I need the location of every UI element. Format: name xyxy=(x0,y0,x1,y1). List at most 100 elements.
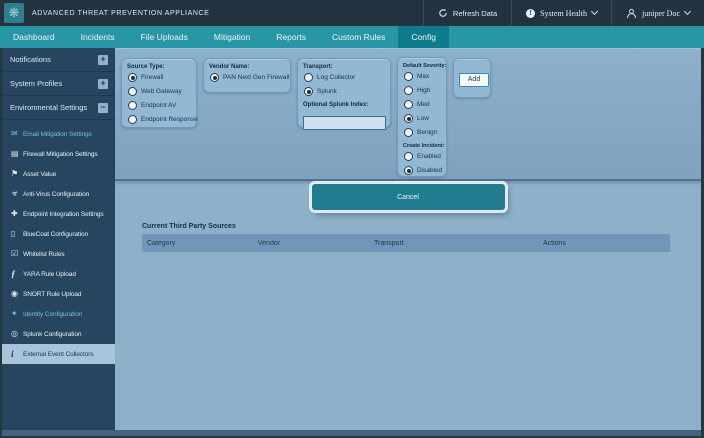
main-nav: Dashboard Incidents File Uploads Mitigat… xyxy=(0,26,704,48)
radio-icon xyxy=(404,114,413,123)
radio-icon xyxy=(404,72,413,81)
radio-pan-next-gen-firewall[interactable]: PAN Next Gen Firewall xyxy=(210,73,286,82)
checklist-icon: ☑ xyxy=(11,250,23,258)
sidebar-item-firewall-mitigation-settings[interactable]: ▤ Firewall Mitigation Settings xyxy=(2,144,115,164)
radio-log-collector[interactable]: Log Collector xyxy=(304,73,386,82)
user-icon xyxy=(626,8,637,19)
sidebar-item-yara-rule-upload[interactable]: ƒ YARA Rule Upload xyxy=(2,264,115,284)
radio-icon xyxy=(304,87,313,96)
sidebar-item-external-event-collectors[interactable]: i External Event Collectors xyxy=(2,344,115,364)
radio-severity-benign[interactable]: Benign xyxy=(404,128,442,137)
system-health-menu[interactable]: ! System Health xyxy=(511,0,611,26)
expand-icon[interactable]: + xyxy=(98,55,108,65)
yara-rule-icon: ƒ xyxy=(11,270,23,279)
device-icon: ▯ xyxy=(11,230,23,238)
tab-dashboard[interactable]: Dashboard xyxy=(0,26,68,48)
tab-config[interactable]: Config xyxy=(398,26,449,48)
radio-icon xyxy=(210,73,219,82)
default-severity-title: Default Severity: xyxy=(403,63,442,69)
lower-section: Cancel Current Third Party Sources Categ… xyxy=(115,181,701,252)
endpoint-plus-icon: ✚ xyxy=(11,210,23,218)
tab-custom-rules[interactable]: Custom Rules xyxy=(319,26,398,48)
topbar-actions: Refresh Data ! System Health juniper Doc xyxy=(423,0,704,26)
radio-icon xyxy=(128,87,137,96)
radio-endpoint-response[interactable]: Endpoint Response xyxy=(128,115,192,124)
collectors-icon: i xyxy=(11,350,23,359)
app-window: ❋ ADVANCED THREAT PREVENTION APPLIANCE R… xyxy=(0,0,704,438)
user-menu[interactable]: juniper Doc xyxy=(611,0,704,26)
bottom-strip xyxy=(2,430,701,436)
flag-icon: ⚑ xyxy=(11,170,23,178)
user-label: juniper Doc xyxy=(642,9,680,18)
radio-incident-disabled[interactable]: Disabled xyxy=(404,166,442,175)
sidebar-item-label: Email Mitigation Settings xyxy=(23,131,92,138)
sidebar-item-label: Firewall Mitigation Settings xyxy=(23,151,98,158)
logo-bug-icon: ❋ xyxy=(9,5,20,21)
section-label: System Profiles xyxy=(10,79,62,88)
sidebar-section-notifications[interactable]: Notifications + xyxy=(2,48,115,72)
firewall-icon: ▤ xyxy=(11,150,23,158)
radio-severity-low[interactable]: Low xyxy=(404,114,442,123)
radio-severity-high[interactable]: High xyxy=(404,86,442,95)
tab-reports[interactable]: Reports xyxy=(263,26,319,48)
radio-icon xyxy=(404,100,413,109)
sidebar-item-identity-configuration[interactable]: ✦ Identity Configuration xyxy=(2,304,115,324)
sidebar-item-label: Endpoint Integration Settings xyxy=(23,211,104,218)
chevron-down-icon xyxy=(684,8,691,15)
sidebar-item-asset-value[interactable]: ⚑ Asset Value xyxy=(2,164,115,184)
sidebar-item-label: SNORT Rule Upload xyxy=(23,291,81,298)
vendor-name-panel: Vendor Name: PAN Next Gen Firewall xyxy=(203,58,291,93)
column-header-vendor: Vendor xyxy=(253,240,369,247)
sidebar-item-anti-virus-configuration[interactable]: ☣ Anti-Virus Configuration xyxy=(2,184,115,204)
top-bar: ❋ ADVANCED THREAT PREVENTION APPLIANCE R… xyxy=(0,0,704,26)
sidebar-item-email-mitigation-settings[interactable]: ✉ Email Mitigation Settings xyxy=(2,124,115,144)
cancel-button[interactable]: Cancel xyxy=(312,184,505,210)
transport-panel: Transport: Log Collector Splunk Optional… xyxy=(297,58,391,128)
source-type-title: Source Type: xyxy=(127,64,192,70)
collapse-icon[interactable]: − xyxy=(98,103,108,113)
section-label: Notifications xyxy=(10,55,51,64)
add-button[interactable]: Add xyxy=(459,73,489,87)
section-label: Environmental Settings xyxy=(10,103,87,112)
sidebar-item-splunk-configuration[interactable]: ◎ Splunk Configuration xyxy=(2,324,115,344)
vendor-name-title: Vendor Name: xyxy=(209,64,286,70)
refresh-icon xyxy=(438,8,448,18)
app-title: ADVANCED THREAT PREVENTION APPLIANCE xyxy=(32,10,209,17)
snort-rule-icon: ◉ xyxy=(11,290,23,298)
collector-form-section: Source Type: Firewall Web Gateway Endpoi… xyxy=(115,49,701,181)
tab-incidents[interactable]: Incidents xyxy=(68,26,128,48)
radio-firewall[interactable]: Firewall xyxy=(128,73,192,82)
sidebar-item-label: Asset Value xyxy=(23,171,56,178)
transport-title: Transport: xyxy=(303,64,386,70)
sidebar-section-environmental-settings[interactable]: Environmental Settings − xyxy=(2,96,115,120)
sidebar-item-label: External Event Collectors xyxy=(23,351,93,358)
radio-endpoint-av[interactable]: Endpoint AV xyxy=(128,101,192,110)
refresh-data-button[interactable]: Refresh Data xyxy=(423,0,511,26)
tab-file-uploads[interactable]: File Uploads xyxy=(128,26,201,48)
radio-splunk[interactable]: Splunk xyxy=(304,87,386,96)
radio-web-gateway[interactable]: Web Gateway xyxy=(128,87,192,96)
radio-severity-med[interactable]: Med xyxy=(404,100,442,109)
sidebar-item-endpoint-integration-settings[interactable]: ✚ Endpoint Integration Settings xyxy=(2,204,115,224)
radio-icon xyxy=(128,73,137,82)
sidebar-item-snort-rule-upload[interactable]: ◉ SNORT Rule Upload xyxy=(2,284,115,304)
sidebar-item-bluecoat-configuration[interactable]: ▯ BlueCoat Configuration xyxy=(2,224,115,244)
identity-icon: ✦ xyxy=(11,310,23,318)
sidebar-item-list: ✉ Email Mitigation Settings ▤ Firewall M… xyxy=(2,120,115,364)
optional-splunk-index-input[interactable] xyxy=(303,116,386,130)
table-header-row: Category Vendor Transport Actions xyxy=(142,234,670,252)
email-icon: ✉ xyxy=(11,130,23,138)
default-severity-panel: Default Severity: Max High Med xyxy=(397,57,447,177)
expand-icon[interactable]: + xyxy=(98,79,108,89)
sidebar-section-system-profiles[interactable]: System Profiles + xyxy=(2,72,115,96)
column-header-category: Category xyxy=(142,240,253,247)
sidebar-item-label: Whitelist Rules xyxy=(23,251,64,258)
content-area: Notifications + System Profiles + Enviro… xyxy=(2,48,701,430)
radio-incident-enabled[interactable]: Enabled xyxy=(404,152,442,161)
third-party-sources-heading: Current Third Party Sources xyxy=(142,223,701,230)
sidebar-item-label: Anti-Virus Configuration xyxy=(23,191,89,198)
tab-mitigation[interactable]: Mitigation xyxy=(201,26,263,48)
config-sidebar: Notifications + System Profiles + Enviro… xyxy=(2,48,115,430)
sidebar-item-whitelist-rules[interactable]: ☑ Whitelist Rules xyxy=(2,244,115,264)
radio-severity-max[interactable]: Max xyxy=(404,72,442,81)
